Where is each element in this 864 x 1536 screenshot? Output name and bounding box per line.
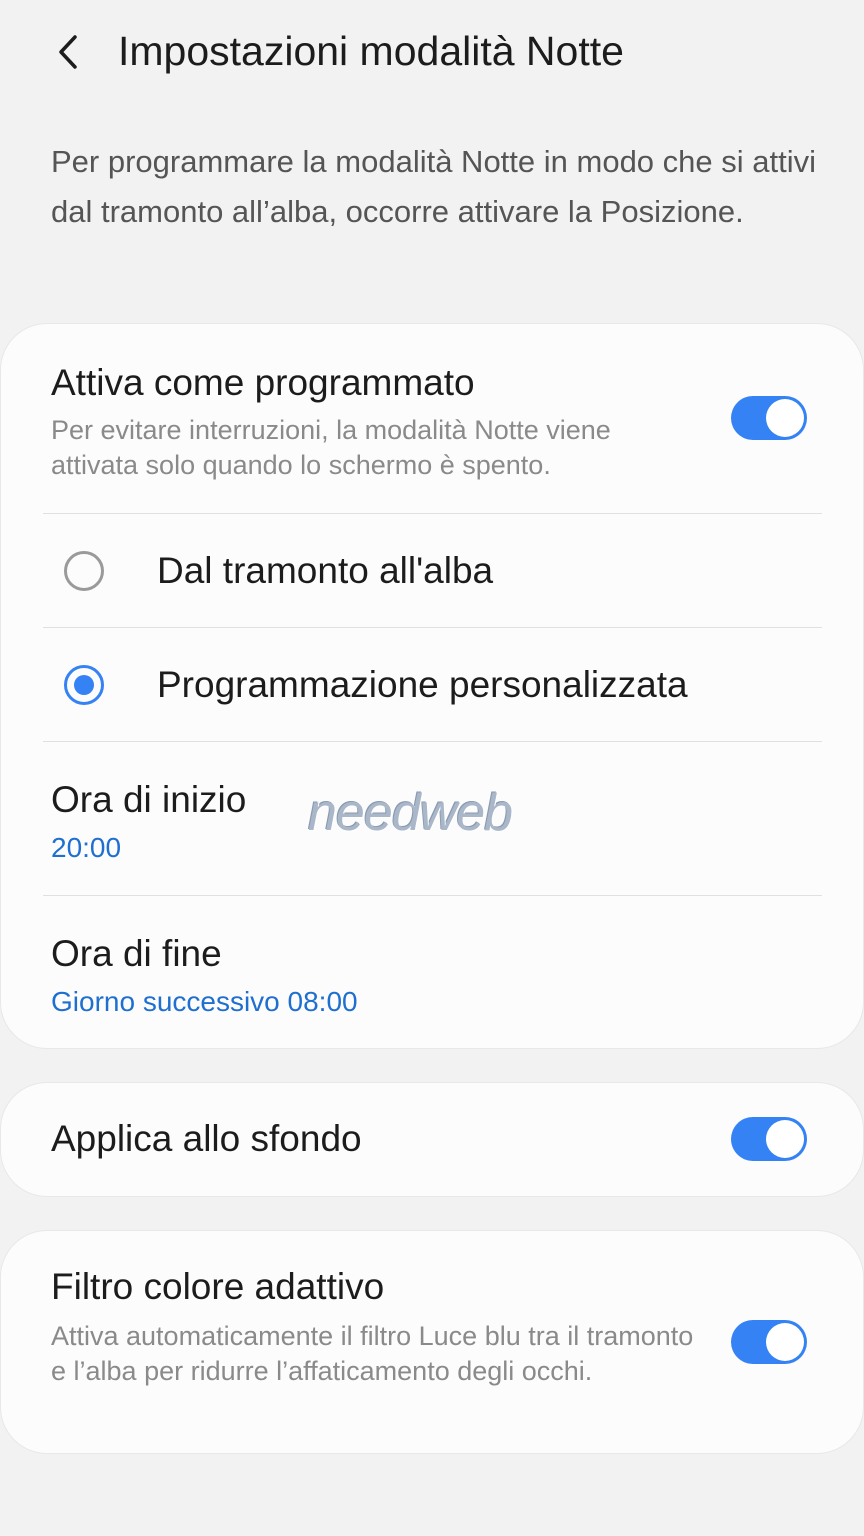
wallpaper-card: Applica allo sfondo: [1, 1083, 863, 1196]
adaptive-filter-row[interactable]: Filtro colore adattivo Attiva automatica…: [1, 1231, 863, 1453]
adaptive-filter-card: Filtro colore adattivo Attiva automatica…: [1, 1231, 863, 1453]
radio-dot: [74, 675, 94, 695]
option-label: Programmazione personalizzata: [157, 664, 688, 705]
toggle-knob: [766, 1120, 804, 1158]
scheduled-subtitle: Per evitare interruzioni, la modalità No…: [51, 415, 611, 480]
option-sunset-sunrise[interactable]: Dal tramonto all'alba: [1, 514, 863, 628]
option-custom-schedule[interactable]: Programmazione personalizzata: [1, 628, 863, 742]
adaptive-filter-toggle[interactable]: [731, 1320, 807, 1364]
app-bar: Impostazioni modalità Notte: [0, 0, 864, 110]
start-time-value: 20:00: [51, 832, 122, 863]
scheduled-toggle[interactable]: [731, 396, 807, 440]
end-time-row[interactable]: Ora di fine Giorno successivo 08:00: [1, 896, 863, 1048]
radio-sunset-sunrise[interactable]: [64, 551, 104, 591]
scheduled-title: Attiva come programmato: [51, 362, 475, 403]
adaptive-filter-subtitle: Attiva automaticamente il filtro Luce bl…: [51, 1321, 694, 1386]
toggle-knob: [766, 1323, 804, 1361]
radio-custom-schedule[interactable]: [64, 665, 104, 705]
start-time-label: Ora di inizio: [51, 779, 247, 820]
adaptive-filter-title: Filtro colore adattivo: [51, 1266, 385, 1307]
end-time-value: Giorno successivo 08:00: [51, 986, 358, 1017]
back-button[interactable]: [44, 26, 92, 78]
page-title: Impostazioni modalità Notte: [118, 28, 624, 74]
end-time-label: Ora di fine: [51, 933, 222, 974]
option-label: Dal tramonto all'alba: [157, 550, 494, 591]
location-notice: Per programmare la modalità Notte in mod…: [51, 144, 816, 229]
wallpaper-toggle[interactable]: [731, 1117, 807, 1161]
watermark-logo: needweb: [308, 784, 513, 842]
schedule-card: Attiva come programmato Per evitare inte…: [1, 324, 863, 1048]
toggle-knob: [766, 399, 804, 437]
chevron-left-icon: [59, 35, 77, 69]
scheduled-row[interactable]: Attiva come programmato Per evitare inte…: [1, 324, 863, 514]
wallpaper-row[interactable]: Applica allo sfondo: [1, 1083, 863, 1196]
wallpaper-title: Applica allo sfondo: [51, 1118, 362, 1159]
